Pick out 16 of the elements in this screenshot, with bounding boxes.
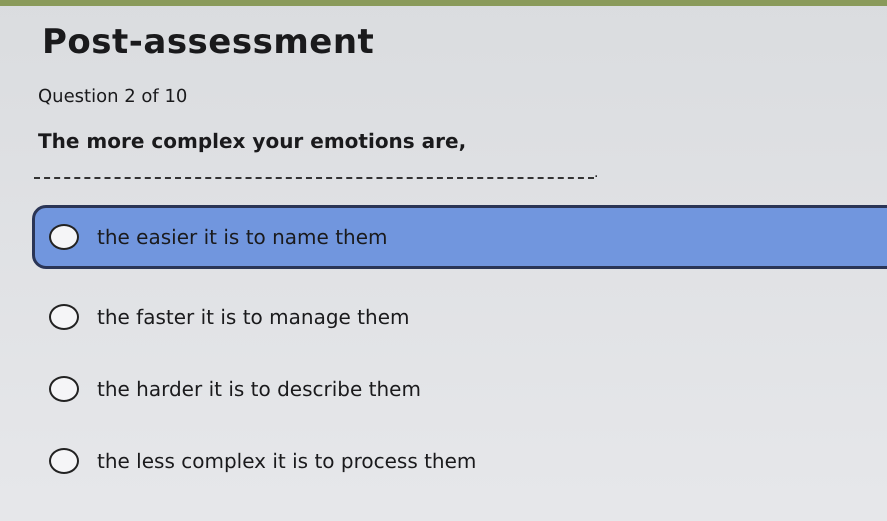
option-label: the less complex it is to process them <box>97 449 476 473</box>
page-title: Post-assessment <box>42 22 376 62</box>
radio-button[interactable] <box>49 224 79 250</box>
option-label: the harder it is to describe them <box>97 377 421 401</box>
answer-option[interactable]: the harder it is to describe them <box>32 365 887 413</box>
option-label: the faster it is to manage them <box>97 305 410 329</box>
radio-button[interactable] <box>49 304 79 330</box>
question-text: The more complex your emotions are, <box>38 129 468 153</box>
answer-option[interactable]: the faster it is to manage them <box>32 293 887 341</box>
answer-option[interactable]: the easier it is to name them <box>32 205 887 269</box>
option-label: the easier it is to name them <box>97 225 388 249</box>
blank-period: . <box>594 167 598 179</box>
radio-button[interactable] <box>49 376 79 402</box>
question-counter: Question 2 of 10 <box>38 86 188 107</box>
radio-button[interactable] <box>49 448 79 474</box>
answer-option[interactable]: the less complex it is to process them <box>32 437 887 485</box>
